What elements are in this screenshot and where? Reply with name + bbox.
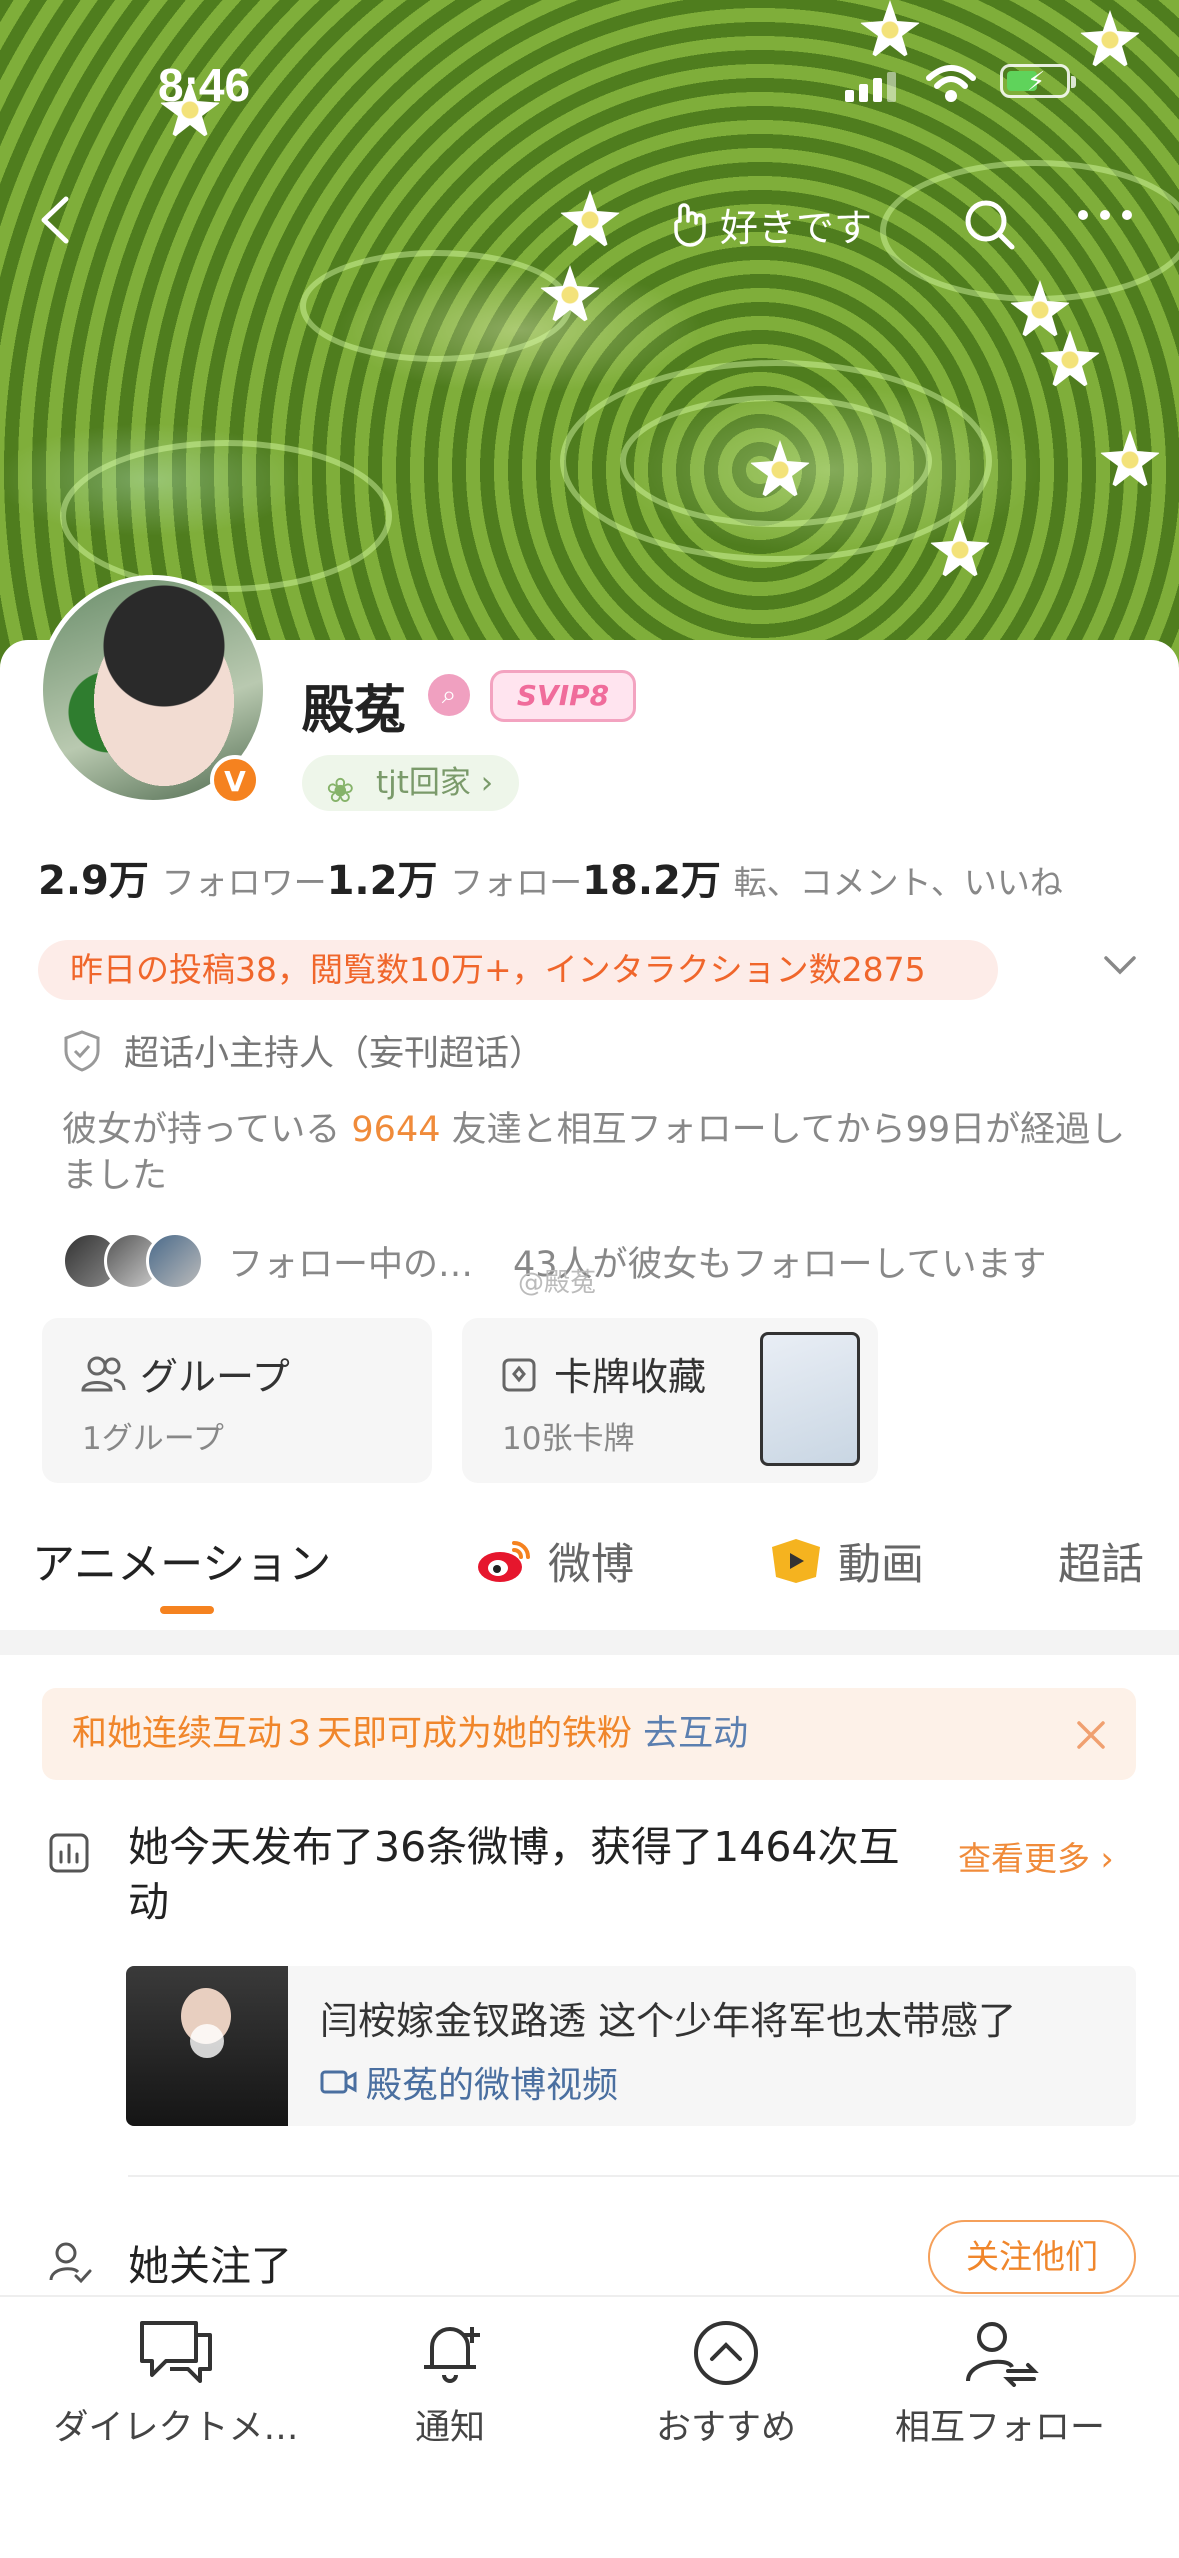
active-tab-indicator bbox=[160, 1606, 214, 1614]
video-title: 闫桉嫁金钗路透 这个少年将军也太带感了 bbox=[320, 1999, 1017, 2043]
battery-icon: ⚡ bbox=[1000, 64, 1076, 98]
followers-label[interactable]: フォロワー bbox=[162, 863, 327, 902]
cards-title: 卡牌收藏 bbox=[554, 1355, 707, 1399]
host-row[interactable]: 超话小主持人（妄刊超话） bbox=[62, 1025, 544, 1076]
video-source[interactable]: 殿菟的微博视频 bbox=[320, 2056, 618, 2108]
video-icon bbox=[772, 1539, 820, 1583]
wifi-icon bbox=[926, 65, 976, 102]
more-icon[interactable] bbox=[1075, 205, 1135, 225]
tab-animation[interactable]: アニメーション bbox=[32, 1530, 331, 1592]
notify-label: 通知 bbox=[414, 2408, 485, 2448]
card-thumbnail bbox=[760, 1332, 860, 1466]
notify-button[interactable]: 通知 bbox=[310, 2317, 590, 2450]
interactions-label: 転、コメント、いいね bbox=[733, 863, 1063, 902]
status-time: 8:46 bbox=[158, 59, 251, 111]
search-icon[interactable] bbox=[960, 195, 1020, 255]
lotus-icon: ❀ bbox=[326, 771, 355, 811]
direct-message-label: ダイレクトメ… bbox=[53, 2408, 299, 2448]
video-card[interactable]: 闫桉嫁金钗路透 这个少年将军也太带感了 殿菟的微博视频 bbox=[126, 1966, 1136, 2126]
follow-them-button[interactable]: 关注他们 bbox=[928, 2220, 1136, 2294]
video-thumbnail bbox=[126, 1966, 288, 2126]
following-label[interactable]: フォロー bbox=[450, 863, 582, 902]
host-label: 超话小主持人（妄刊超话） bbox=[124, 1034, 545, 1074]
verified-badge: V bbox=[210, 755, 260, 805]
notice-text: 和她连续互动３天即可成为她的铁粉 bbox=[72, 1714, 633, 1754]
tab-label: 微博 bbox=[548, 1540, 634, 1590]
bell-icon bbox=[424, 2327, 480, 2383]
tab-label: アニメーション bbox=[32, 1540, 332, 1590]
recommend-label: おすすめ bbox=[655, 2408, 796, 2448]
stats-icon bbox=[49, 1833, 89, 1873]
bottom-bar: ダイレクトメ… 通知 おすすめ 相互フォロー bbox=[0, 2295, 1179, 2558]
mutual-follow-label: 相互フォロー bbox=[894, 2408, 1105, 2448]
daily-summary: 她今天发布了36条微博，获得了1464次互动 bbox=[128, 1823, 900, 1926]
friend-count: 9644 bbox=[351, 1110, 441, 1150]
card-icon bbox=[502, 1358, 536, 1391]
following-count[interactable]: 1.2万 bbox=[327, 858, 438, 904]
chat-icon bbox=[140, 2321, 212, 2383]
interactions-count: 18.2万 bbox=[582, 858, 721, 904]
person-check-icon bbox=[49, 2242, 92, 2284]
followers-count[interactable]: 2.9万 bbox=[38, 858, 149, 904]
watermark: @殿菟 bbox=[518, 1268, 597, 1298]
recommend-button[interactable]: おすすめ bbox=[586, 2317, 866, 2450]
like-button[interactable]: 好きです bbox=[668, 197, 872, 252]
iron-fan-notice[interactable]: 和她连续互动３天即可成为她的铁粉 去互动 bbox=[42, 1688, 1136, 1780]
mutual-follow-icon bbox=[966, 2322, 1039, 2387]
group-chip-label: tjt回家 › bbox=[376, 765, 494, 801]
activity-pill[interactable]: 昨日の投稿38，閲覧数10万+，インタラクション数2875 bbox=[38, 940, 998, 1000]
signal-icon bbox=[845, 72, 901, 102]
weibo-icon bbox=[478, 1541, 530, 1582]
group-icon bbox=[81, 1356, 126, 1391]
see-more-link[interactable]: 查看更多 › bbox=[958, 1832, 1114, 1880]
profile-tabs: アニメーション 微博 動画 超話 bbox=[0, 1520, 1179, 1620]
mutual-text: フォロー中の… bbox=[228, 1244, 474, 1285]
group-tile[interactable]: グループ 1グループ bbox=[42, 1318, 432, 1483]
tab-label: 動画 bbox=[838, 1540, 924, 1590]
chevron-up-icon bbox=[694, 2321, 758, 2385]
profile-name: 殿菟 bbox=[302, 681, 407, 741]
divider bbox=[128, 2175, 1179, 2177]
shield-icon bbox=[64, 1029, 100, 1072]
mutual-avatar bbox=[146, 1232, 204, 1290]
search-tag-icon[interactable]: ⌕ bbox=[428, 674, 470, 716]
description-prefix: 彼女が持っている bbox=[62, 1110, 341, 1150]
play-icon bbox=[190, 2024, 224, 2058]
group-chip[interactable]: ❀ tjt回家 › bbox=[302, 755, 520, 811]
tab-video[interactable]: 動画 bbox=[768, 1530, 924, 1592]
mutual-follow-button[interactable]: 相互フォロー bbox=[860, 2317, 1140, 2450]
group-sub: 1グループ bbox=[82, 1421, 224, 1457]
direct-message-button[interactable]: ダイレクトメ… bbox=[36, 2317, 316, 2450]
tab-weibo[interactable]: 微博 bbox=[474, 1530, 634, 1592]
cards-sub: 10张卡牌 bbox=[502, 1421, 635, 1457]
svip-badge[interactable]: SVIP8 bbox=[490, 670, 636, 722]
notice-link[interactable]: 去互动 bbox=[643, 1714, 748, 1754]
group-title: グループ bbox=[140, 1355, 290, 1399]
top-nav: 好きです bbox=[0, 185, 1179, 265]
status-bar: 8:46 ⚡ bbox=[0, 50, 1179, 111]
video-camera-icon bbox=[320, 2070, 357, 2094]
tab-super-topic[interactable]: 超話 bbox=[1058, 1530, 1144, 1592]
friend-description: 彼女が持っている 9644 友達と相互フォローしてから99日が経過しました bbox=[62, 1107, 1152, 1199]
video-source-label: 殿菟的微博视频 bbox=[366, 2065, 619, 2106]
close-icon[interactable] bbox=[1074, 1718, 1108, 1752]
like-label: 好きです bbox=[720, 206, 873, 250]
tab-label: 超話 bbox=[1058, 1540, 1144, 1590]
profile-stats: 2.9万 フォロワー1.2万 フォロー18.2万 転、コメント、いいね bbox=[38, 848, 1063, 906]
chevron-down-icon[interactable] bbox=[1100, 950, 1140, 980]
back-icon[interactable] bbox=[34, 195, 74, 245]
followed-label: 她关注了 bbox=[128, 2242, 292, 2290]
hand-icon bbox=[674, 202, 706, 247]
